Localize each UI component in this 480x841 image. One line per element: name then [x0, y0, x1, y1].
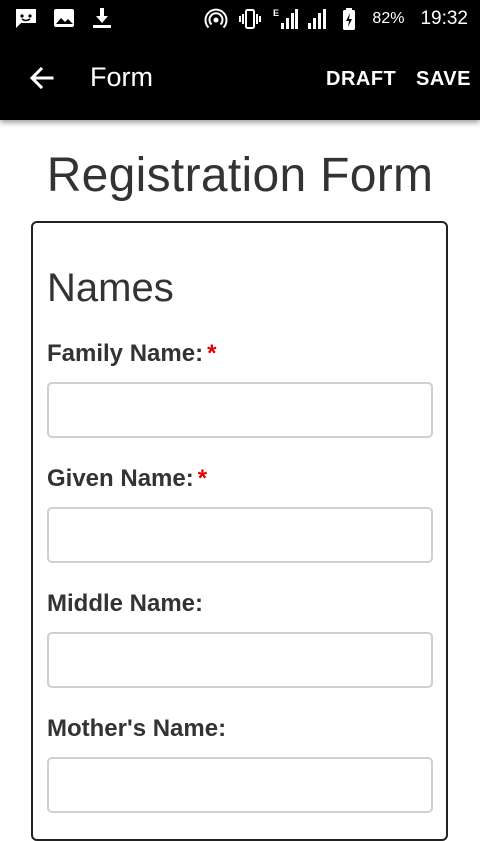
mothers-name-label: Mother's Name: [47, 715, 226, 743]
signal-icon [306, 7, 330, 31]
app-title: Form [90, 62, 153, 92]
clock: 19:32 [420, 8, 468, 29]
family-name-input[interactable] [47, 382, 433, 438]
status-bar: E 82% 19:32 [0, 0, 480, 38]
field-label-text: Family Name: [47, 340, 204, 367]
signal-e-icon: E [272, 7, 299, 31]
hotspot-icon [204, 7, 228, 31]
family-name-label: Family Name: * [47, 340, 216, 368]
mothers-name-input[interactable] [47, 757, 433, 813]
required-marker: * [207, 340, 217, 367]
middle-name-input[interactable] [47, 632, 433, 688]
download-icon [90, 6, 114, 30]
field-label-text: Given Name: [47, 465, 194, 492]
draft-button[interactable]: DRAFT [326, 68, 396, 91]
app-bar: Form DRAFT SAVE [0, 38, 480, 120]
given-name-input[interactable] [47, 507, 433, 563]
save-button[interactable]: SAVE [416, 68, 471, 91]
message-icon [14, 6, 38, 30]
vibrate-icon [238, 7, 262, 31]
required-marker: * [197, 465, 208, 492]
field-label-text: Mother's Name: [47, 715, 227, 742]
back-arrow-icon[interactable] [26, 62, 58, 94]
page-title: Registration Form [46, 149, 434, 202]
section-heading: Names [47, 266, 174, 310]
battery-icon [340, 7, 364, 31]
given-name-label: Given Name: * [47, 465, 207, 493]
notification-icons [14, 6, 114, 30]
system-icons: E 82% 19:32 [204, 0, 468, 38]
field-label-text: Middle Name: [47, 590, 204, 617]
battery-level: 82% [372, 10, 405, 27]
image-icon [52, 6, 76, 30]
svg-text:E: E [273, 8, 279, 18]
middle-name-label: Middle Name: [47, 590, 203, 618]
